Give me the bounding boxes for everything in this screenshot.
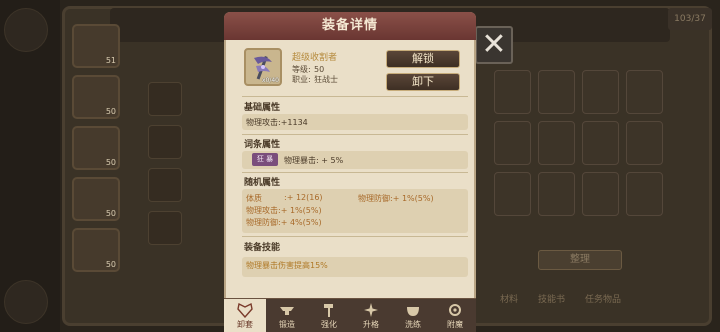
hero-avatar[interactable]: 50 <box>72 126 120 170</box>
inventory-cell[interactable] <box>582 172 619 216</box>
unlock-button[interactable]: 解锁 <box>386 50 460 68</box>
skill-title: 装备技能 <box>244 243 281 253</box>
divider <box>242 172 468 173</box>
base-stat: 物理攻击:+1134 <box>246 118 308 127</box>
inventory-tab-icon <box>150 12 190 40</box>
hero-level: 50 <box>105 158 116 167</box>
unequip-button[interactable]: 卸下 <box>386 73 460 91</box>
close-icon: ✕ <box>481 27 507 62</box>
menu-circle-icon <box>4 8 48 52</box>
modal-title: 装备详情 <box>224 12 476 40</box>
category-tab[interactable]: 技能书 <box>538 292 565 305</box>
inventory-cell[interactable] <box>538 70 575 114</box>
affix-tag: 狂 暴 <box>252 153 278 166</box>
tab-label: 强化 <box>321 320 337 329</box>
random-stat: 物理防御:+ 4%(5%) <box>246 218 322 227</box>
equipment-detail-modal: 装备详情 x0/40 超级收割者 等级: 50 职业: 狂战士 解锁 卸下 基础属性… <box>224 12 476 330</box>
category-tab[interactable]: 材料 <box>500 292 518 305</box>
inventory-cell[interactable] <box>582 121 619 165</box>
affix-stat: 物理暴击: + 5% <box>284 156 344 165</box>
item-count: x0/40 <box>261 77 279 84</box>
anvil-icon <box>280 307 294 315</box>
divider <box>242 134 468 135</box>
equipped-gear-column <box>148 82 188 254</box>
left-edge-panel <box>0 0 60 332</box>
sparkle-icon <box>364 303 378 317</box>
divider <box>242 236 468 237</box>
skill-description: 物理暴击伤害提高15% <box>246 261 328 270</box>
hero-avatar[interactable]: 50 <box>72 75 120 119</box>
divider <box>242 96 468 97</box>
equipment-tab-bar: 卸套 锻造 强化 升格 洗练 附魔 <box>224 298 476 332</box>
class-value: 狂战士 <box>314 75 338 84</box>
hero-avatar[interactable]: 50 <box>72 177 120 221</box>
item-slot: x0/40 <box>244 48 282 86</box>
inventory-cell[interactable] <box>626 121 663 165</box>
gear-slot[interactable] <box>148 125 182 159</box>
tab-unequip-set[interactable]: 卸套 <box>224 299 266 332</box>
gear-slot[interactable] <box>148 168 182 202</box>
hero-level: 50 <box>105 209 116 218</box>
inventory-cell[interactable] <box>626 70 663 114</box>
hammer-icon <box>324 304 333 317</box>
tab-label: 升格 <box>363 320 379 329</box>
hero-avatar[interactable]: 51 <box>72 24 120 68</box>
item-class-row: 职业: 狂战士 <box>292 74 338 85</box>
hero-list: 51 50 50 50 50 <box>72 24 128 279</box>
tab-label: 洗练 <box>405 320 421 329</box>
inventory-tab-icon <box>615 12 655 40</box>
bag-capacity: 103/37 <box>668 8 712 30</box>
tab-ascend[interactable]: 升格 <box>350 299 392 332</box>
hero-level: 50 <box>105 107 116 116</box>
category-tab[interactable]: 任务物品 <box>585 292 621 305</box>
tab-enhance[interactable]: 强化 <box>308 299 350 332</box>
inventory-grid <box>494 70 664 223</box>
inventory-cell[interactable] <box>494 121 531 165</box>
close-button[interactable]: ✕ <box>475 26 513 64</box>
tab-forge[interactable]: 锻造 <box>266 299 308 332</box>
item-name: 超级收割者 <box>292 53 338 63</box>
inventory-cell[interactable] <box>538 172 575 216</box>
gear-slot[interactable] <box>148 211 182 245</box>
hero-avatar[interactable]: 50 <box>72 228 120 272</box>
tab-refine[interactable]: 洗练 <box>392 299 434 332</box>
inventory-cell[interactable] <box>538 121 575 165</box>
level-value: 50 <box>314 65 325 74</box>
inventory-cell[interactable] <box>582 70 619 114</box>
inventory-cell[interactable] <box>494 70 531 114</box>
inventory-category-tabs: 材料 技能书 任务物品 <box>500 292 621 305</box>
gear-slot[interactable] <box>148 82 182 116</box>
inventory-cell[interactable] <box>494 172 531 216</box>
affix-stats-title: 词条属性 <box>244 140 281 150</box>
gear-magic-icon <box>449 304 461 316</box>
random-stat-label: 体质 <box>246 194 262 203</box>
sort-button[interactable]: 整理 <box>538 250 622 270</box>
hero-level: 50 <box>105 260 116 269</box>
base-stats-title: 基础属性 <box>244 103 281 113</box>
class-label: 职业: <box>292 75 311 84</box>
tab-label: 锻造 <box>279 320 295 329</box>
tab-label: 附魔 <box>447 320 463 329</box>
menu-circle-icon <box>4 280 48 324</box>
random-stat: 物理防御:+ 1%(5%) <box>358 194 434 203</box>
cauldron-icon <box>407 307 419 316</box>
random-stats-title: 随机属性 <box>244 178 281 188</box>
tab-enchant[interactable]: 附魔 <box>434 299 476 332</box>
inventory-cell[interactable] <box>626 172 663 216</box>
armor-icon <box>237 302 253 318</box>
random-stat-value: :+ 12(16) <box>284 193 323 202</box>
inventory-tab-icon <box>525 12 565 40</box>
hero-level: 51 <box>105 56 116 65</box>
tab-label: 卸套 <box>237 320 253 329</box>
random-stat: 物理攻击:+ 1%(5%) <box>246 206 322 215</box>
